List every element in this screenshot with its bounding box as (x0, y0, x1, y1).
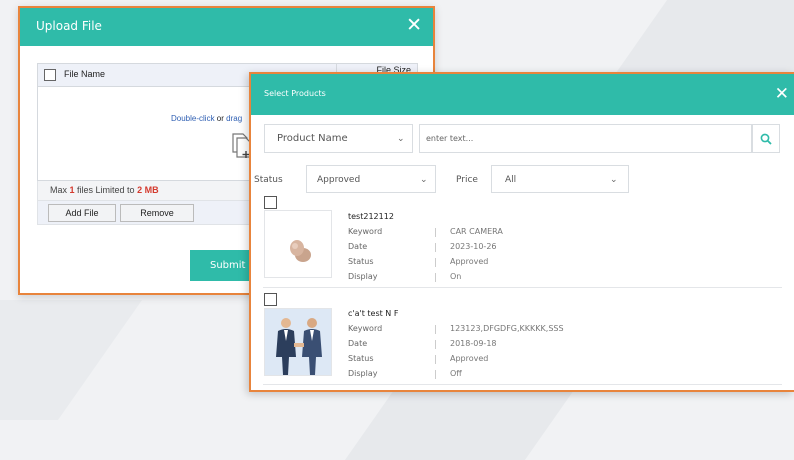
status-label: Status (348, 354, 374, 363)
select-products-dialog: Select Products ✕ Product Name ⌄ enter t… (249, 72, 794, 392)
upload-dialog-header: Upload File ✕ (20, 8, 433, 46)
field-separator (435, 243, 436, 252)
product-keyword: CAR CAMERA (450, 227, 503, 236)
price-filter-label: Price (456, 175, 478, 185)
column-header-file-name: File Name (64, 69, 106, 79)
chevron-down-icon: ⌄ (397, 134, 405, 144)
search-button[interactable] (752, 124, 780, 153)
field-separator (435, 340, 436, 349)
chevron-down-icon: ⌄ (420, 175, 428, 185)
date-label: Date (348, 242, 368, 251)
background-stripe (0, 300, 143, 420)
add-file-button[interactable]: Add File (48, 204, 116, 222)
product-thumbnail (264, 210, 332, 278)
product-keyword: 123123,DFGDFG,KKKKK,SSS (450, 324, 564, 333)
upload-dialog-title: Upload File (36, 19, 102, 33)
product-name: test212112 (348, 212, 394, 221)
row-divider (263, 384, 782, 385)
keyword-label: Keyword (348, 227, 383, 236)
field-separator (435, 325, 436, 334)
display-label: Display (348, 369, 378, 378)
row-divider (263, 287, 782, 288)
round-product-icon (290, 240, 311, 262)
product-date: 2018-09-18 (450, 339, 497, 348)
drop-zone-hint[interactable]: Double-click or drag (171, 114, 242, 123)
product-status: Approved (450, 354, 489, 363)
display-label: Display (348, 272, 378, 281)
field-separator (435, 228, 436, 237)
product-status: Approved (450, 257, 489, 266)
handshake-icon (265, 309, 331, 375)
product-display: Off (450, 369, 462, 378)
close-icon[interactable]: ✕ (775, 84, 789, 104)
price-filter-value: All (505, 175, 517, 185)
chevron-down-icon: ⌄ (610, 175, 618, 185)
field-separator (435, 273, 436, 282)
double-click-link[interactable]: Double-click (171, 114, 215, 123)
product-name: c'a't test N F (348, 309, 399, 318)
status-filter-label: Status (254, 175, 283, 185)
status-filter-value: Approved (317, 175, 361, 185)
status-label: Status (348, 257, 374, 266)
product-checkbox[interactable] (264, 196, 277, 209)
search-field-value: Product Name (277, 133, 348, 144)
close-icon[interactable]: ✕ (406, 14, 422, 36)
select-dialog-title: Select Products (264, 89, 326, 98)
search-input[interactable]: enter text... (419, 124, 752, 153)
price-filter-select[interactable]: All ⌄ (491, 165, 629, 193)
search-field-select[interactable]: Product Name ⌄ (264, 124, 413, 153)
info-prefix: Max (50, 185, 70, 195)
drop-hint-or: or (214, 114, 227, 123)
field-separator (435, 258, 436, 267)
status-filter-select[interactable]: Approved ⌄ (306, 165, 436, 193)
select-dialog-header: Select Products ✕ (251, 74, 794, 115)
remove-button[interactable]: Remove (120, 204, 194, 222)
field-separator (435, 370, 436, 379)
size-limit: 2 MB (137, 185, 159, 195)
product-checkbox[interactable] (264, 293, 277, 306)
info-mid: files Limited to (74, 185, 138, 195)
date-label: Date (348, 339, 368, 348)
product-date: 2023-10-26 (450, 242, 497, 251)
search-icon (760, 133, 772, 145)
search-placeholder: enter text... (426, 134, 474, 143)
product-thumbnail (264, 308, 332, 376)
keyword-label: Keyword (348, 324, 383, 333)
field-separator (435, 355, 436, 364)
drag-link: drag (226, 114, 243, 123)
select-all-checkbox[interactable] (44, 69, 56, 81)
product-display: On (450, 272, 462, 281)
